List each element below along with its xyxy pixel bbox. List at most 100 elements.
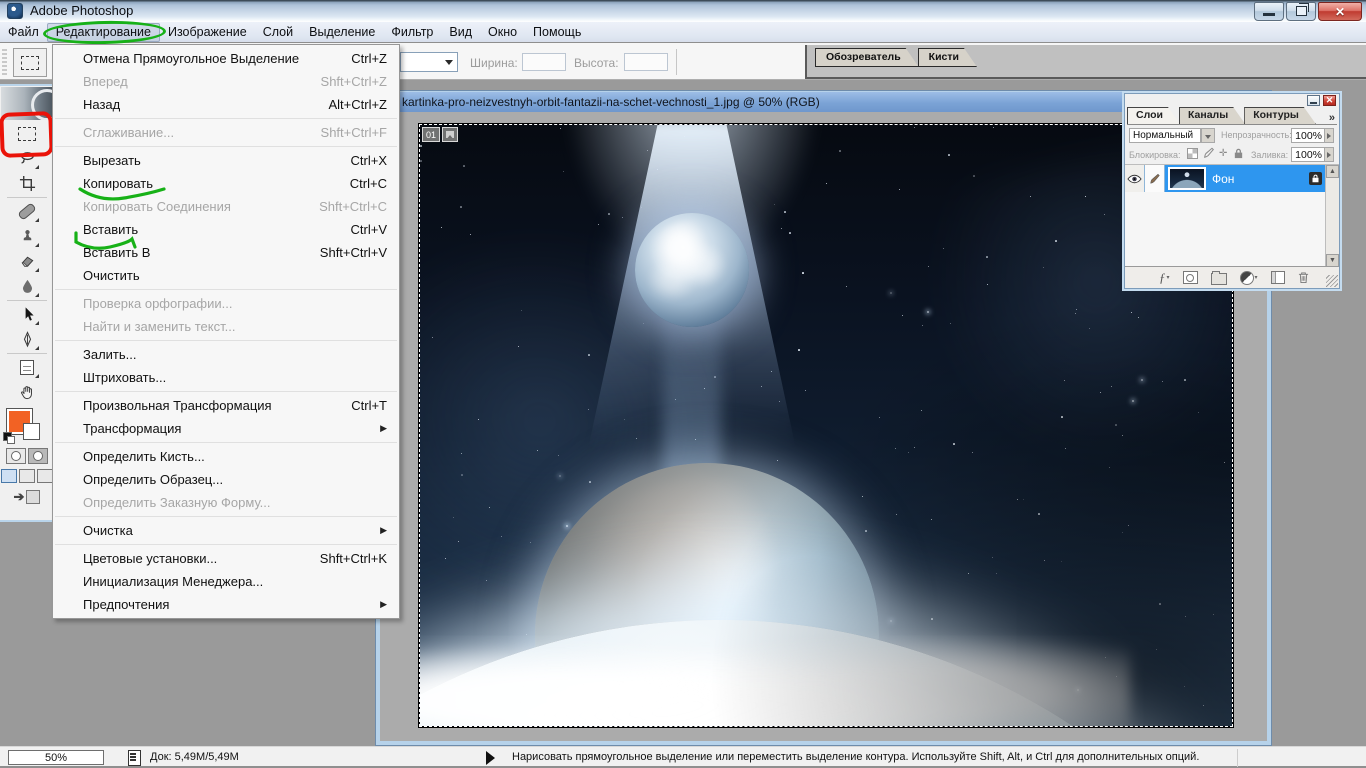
tool-eraser[interactable]: [13, 249, 41, 274]
layer-row[interactable]: Фон: [1125, 165, 1326, 192]
edit-menu-item-25[interactable]: Определить Заказную Форму...: [53, 491, 399, 514]
background-color-swatch[interactable]: [23, 423, 40, 440]
image-canvas[interactable]: 01: [419, 124, 1233, 727]
fullscreen-menubar-button[interactable]: [19, 469, 35, 483]
adjustment-layer-button[interactable]: ▾: [1239, 270, 1258, 285]
edit-menu-item-21[interactable]: Трансформация ▶: [53, 417, 399, 440]
clone-stamp-icon: [22, 230, 32, 242]
layers-tab-3[interactable]: Контуры: [1244, 107, 1316, 124]
close-button[interactable]: ✕: [1318, 2, 1362, 21]
delete-layer-button[interactable]: [1298, 271, 1309, 284]
tool-path-select[interactable]: [13, 302, 41, 327]
edit-menu-item-14[interactable]: Проверка орфографии...: [53, 292, 399, 315]
tool-crop[interactable]: [13, 171, 41, 196]
edit-menu-item-31[interactable]: Предпочтения ▶: [53, 593, 399, 616]
palette-menu-chevron[interactable]: »: [1329, 112, 1337, 124]
tool-notes[interactable]: [13, 355, 41, 380]
edit-menu-item-20[interactable]: Произвольная Трансформация Ctrl+T: [53, 394, 399, 417]
edit-menu-item-17[interactable]: Залить...: [53, 343, 399, 366]
zoom-level-box[interactable]: 50%: [8, 750, 104, 765]
edit-menu-item-11[interactable]: Вставить В Shft+Ctrl+V: [53, 241, 399, 264]
edit-menu-item-3[interactable]: Назад Alt+Ctrl+Z: [53, 93, 399, 116]
palette-minimize-button[interactable]: [1307, 95, 1320, 106]
menubar-item-4[interactable]: Слой: [255, 23, 301, 42]
layer-style-button[interactable]: ƒ ▾: [1159, 270, 1170, 286]
tool-hand[interactable]: [13, 380, 41, 405]
new-group-button[interactable]: [1210, 270, 1227, 285]
page-icon: [128, 750, 141, 766]
edit-menu-item-2[interactable]: Вперед Shft+Ctrl+Z: [53, 70, 399, 93]
lock-all-icon[interactable]: [1233, 148, 1244, 159]
add-mask-button[interactable]: [1182, 271, 1198, 284]
scroll-up-button[interactable]: ▲: [1326, 165, 1339, 178]
width-input[interactable]: [522, 53, 566, 71]
app-titlebar[interactable]: Adobe Photoshop ✕: [0, 0, 1366, 22]
menu-item-label: Определить Образец...: [83, 472, 224, 487]
menubar-item-5[interactable]: Выделение: [301, 23, 383, 42]
menubar-item-3[interactable]: Изображение: [160, 23, 255, 42]
menubar-item-8[interactable]: Окно: [480, 23, 525, 42]
vignette: [420, 125, 1232, 726]
edit-menu-item-24[interactable]: Определить Образец...: [53, 468, 399, 491]
document-size-readout[interactable]: Док: 5,49M/5,49M: [150, 751, 239, 763]
tool-blur[interactable]: [13, 274, 41, 299]
tool-healing-brush[interactable]: [13, 199, 41, 224]
opacity-spinner[interactable]: [1324, 128, 1334, 143]
edit-menu-item-5[interactable]: Сглаживание... Shft+Ctrl+F: [53, 121, 399, 144]
width-label: Ширина:: [470, 56, 518, 70]
edit-menu-item-12[interactable]: Очистить: [53, 264, 399, 287]
menubar-item-1[interactable]: Файл: [0, 23, 47, 42]
edit-menu-item-9[interactable]: Копировать Соединения Shft+Ctrl+C: [53, 195, 399, 218]
palette-header[interactable]: ✕: [1125, 94, 1339, 108]
scrollbar[interactable]: ▲ ▼: [1325, 165, 1339, 267]
tool-clone-stamp[interactable]: [13, 224, 41, 249]
menu-separator: [55, 391, 397, 392]
restore-button[interactable]: [1286, 2, 1316, 21]
fullscreen-button[interactable]: [37, 469, 53, 483]
edit-menu-item-30[interactable]: Инициализация Менеджера...: [53, 570, 399, 593]
minimize-icon: [1310, 101, 1317, 104]
style-dropdown[interactable]: [400, 52, 458, 72]
menubar-item-7[interactable]: Вид: [441, 23, 480, 42]
fill-value[interactable]: 100%: [1291, 147, 1325, 162]
grip-handle[interactable]: [2, 49, 7, 75]
jump-to-imageready-button[interactable]: ➔: [0, 489, 54, 505]
visibility-toggle[interactable]: [1125, 165, 1145, 192]
layers-tab-1[interactable]: Слои: [1127, 107, 1180, 124]
tool-pen[interactable]: [13, 327, 41, 352]
lock-transparency-icon[interactable]: [1187, 148, 1198, 159]
palette-close-button[interactable]: ✕: [1323, 95, 1336, 106]
edit-menu-item-15[interactable]: Найти и заменить текст...: [53, 315, 399, 338]
blend-mode-select[interactable]: Нормальный: [1129, 128, 1201, 143]
menubar-item-9[interactable]: Помощь: [525, 23, 589, 42]
layer-thumbnail[interactable]: [1168, 167, 1206, 190]
edit-menu-item-27[interactable]: Очистка ▶: [53, 519, 399, 542]
default-colors-icon[interactable]: [3, 432, 15, 444]
palette-well-tab-2[interactable]: Кисти: [918, 48, 977, 67]
edit-menu-item-29[interactable]: Цветовые установки... Shft+Ctrl+K: [53, 547, 399, 570]
new-layer-button[interactable]: [1270, 271, 1285, 284]
edit-menu-item-7[interactable]: Вырезать Ctrl+X: [53, 149, 399, 172]
minimize-button[interactable]: [1254, 2, 1284, 21]
palette-well-tab-1[interactable]: Обозреватель: [815, 48, 919, 67]
chevron-down-icon[interactable]: [1201, 128, 1215, 143]
layer-name[interactable]: Фон: [1212, 172, 1234, 186]
menubar-item-2[interactable]: Редактирование: [46, 22, 160, 42]
height-input[interactable]: [624, 53, 668, 71]
edit-menu-item-10[interactable]: Вставить Ctrl+V: [53, 218, 399, 250]
standard-screen-button[interactable]: [1, 469, 17, 483]
resize-grip[interactable]: [1326, 275, 1338, 287]
edit-menu-item-1[interactable]: Отмена Прямоугольное Выделение Ctrl+Z: [53, 47, 399, 70]
edit-menu-item-23[interactable]: Определить Кисть...: [53, 445, 399, 468]
lock-paint-icon[interactable]: [1203, 147, 1215, 159]
menubar-item-6[interactable]: Фильтр: [383, 23, 441, 42]
edit-menu-item-8[interactable]: Копировать Ctrl+C: [53, 172, 399, 201]
layers-tab-2[interactable]: Каналы: [1179, 107, 1245, 124]
opacity-value[interactable]: 100%: [1291, 128, 1325, 143]
standard-mode-button[interactable]: [6, 448, 26, 464]
fill-spinner[interactable]: [1324, 147, 1334, 162]
edit-menu-item-18[interactable]: Штриховать...: [53, 366, 399, 389]
lock-position-icon[interactable]: ✛: [1219, 149, 1227, 159]
quick-mask-mode-button[interactable]: [28, 448, 48, 464]
tool-preset-picker[interactable]: [13, 48, 47, 77]
